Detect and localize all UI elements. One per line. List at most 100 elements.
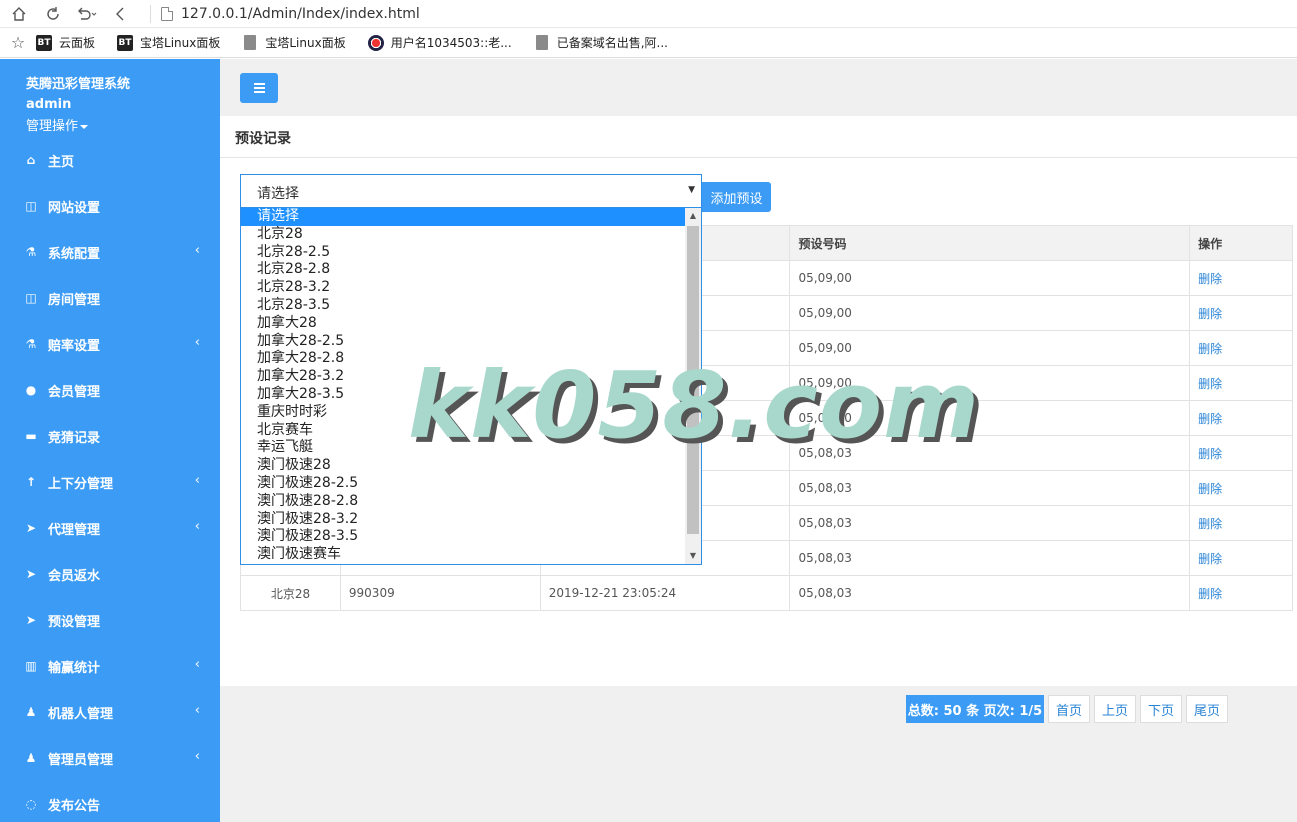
dropdown-option[interactable]: 北京28-3.2 [241,279,685,297]
sidebar-item-label: 赔率设置 [48,338,101,354]
sidebar-item[interactable]: ↑ 上下分管理 ‹ [0,459,220,505]
bookmark-item[interactable]: BT 宝塔Linux面板 [117,34,220,51]
chevron-left-icon: ‹ [194,473,200,488]
dropdown-option[interactable]: 北京28-2.5 [241,244,685,262]
chevron-left-icon: ‹ [194,519,200,534]
sidebar-item[interactable]: ♟ 机器人管理 ‹ [0,689,220,735]
star-icon[interactable]: ☆ [0,33,36,52]
bookmark-item[interactable]: BT 云面板 [36,34,95,51]
last-page-button[interactable]: 尾页 [1186,695,1228,723]
dropdown-option[interactable]: 加拿大28 [241,315,685,333]
sidebar-item[interactable]: ♟ 管理员管理 ‹ [0,735,220,781]
home-icon[interactable] [2,0,36,28]
dropdown-option[interactable]: 请选择 [241,208,685,226]
next-page-button[interactable]: 下页 [1140,695,1182,723]
sidebar-item-label: 房间管理 [48,292,101,308]
sidebar-item[interactable]: ● 会员管理 [0,367,220,413]
sidebar-item[interactable]: ⚗ 赔率设置 ‹ [0,321,220,367]
address-bar[interactable]: 127.0.0.1/Admin/Index/index.html [181,6,420,22]
bookmark-item[interactable]: 用户名1034503::老... [367,34,512,51]
table-cell: 2019-12-21 23:05:24 [539,575,791,611]
dropdown-option[interactable]: 澳门极速赛车 [241,546,685,564]
chevron-left-icon: ‹ [194,749,200,764]
dropdown-option[interactable]: 澳门极速28 [241,457,685,475]
sidebar-item[interactable]: ⚗ 系统配置 ‹ [0,229,220,275]
table-cell: 05,08,03 [789,540,1191,576]
menu-toggle-button[interactable] [240,73,278,103]
dropdown-option[interactable]: 澳门极速28-3.2 [241,511,685,529]
divider [220,157,1297,158]
sidebar-item-label: 预设管理 [48,614,101,630]
delete-link[interactable]: 删除 [1189,435,1293,471]
delete-link[interactable]: 删除 [1189,330,1293,366]
add-preset-button[interactable]: 添加预设 [702,182,771,212]
bookmark-item[interactable]: 宝塔Linux面板 [242,34,346,51]
delete-link[interactable]: 删除 [1189,470,1293,506]
sidebar-item[interactable]: ➤ 代理管理 ‹ [0,505,220,551]
dropdown-option[interactable]: 北京28-3.5 [241,297,685,315]
brand-title: 英腾迅彩管理系统 [26,77,131,92]
sidebar-item[interactable]: ▬ 竞猜记录 [0,413,220,459]
watermark: kk058.com [408,352,980,459]
sidebar-item-label: 上下分管理 [48,476,114,492]
chevron-left-icon: ‹ [194,703,200,718]
game-select[interactable]: 请选择 ▼ [240,174,702,208]
dropdown-option[interactable]: 北京28-2.8 [241,261,685,279]
chevron-left-icon: ‹ [194,335,200,350]
weibo-icon [367,34,384,51]
sidebar-item[interactable]: ◌ 发布公告 [0,781,220,822]
sidebar-item-label: 代理管理 [48,522,101,538]
dropdown-option[interactable]: 澳门极速28-3.5 [241,528,685,546]
sidebar-item-label: 会员返水 [48,568,101,584]
scroll-down-icon[interactable]: ▼ [685,548,701,564]
scroll-up-icon[interactable]: ▲ [685,208,701,224]
refresh-icon[interactable] [36,0,70,28]
sidebar-item[interactable]: ➤ 会员返水 [0,551,220,597]
dropdown-option[interactable]: 澳门极速28-2.5 [241,475,685,493]
sidebar-item-label: 管理员管理 [48,752,114,768]
page-icon [161,6,173,21]
table-cell: 北京28 [240,575,341,611]
select-caret-icon: ▼ [688,185,695,195]
sidebar-item-label: 主页 [48,154,75,170]
send-icon: ➤ [25,567,37,581]
delete-link[interactable]: 删除 [1189,540,1293,576]
delete-link[interactable]: 删除 [1189,505,1293,541]
comment-icon: ◌ [25,797,37,811]
table-cell: 05,08,03 [789,470,1191,506]
dropdown-option[interactable]: 加拿大28-2.5 [241,333,685,351]
sidebar-item[interactable]: ▥ 输赢统计 ‹ [0,643,220,689]
sidebar-item[interactable]: ➤ 预设管理 [0,597,220,643]
delete-link[interactable]: 删除 [1189,365,1293,401]
sidebar-item-label: 机器人管理 [48,706,114,722]
admin-ops-dropdown[interactable]: 管理操作 [26,115,89,134]
delete-link[interactable]: 删除 [1189,260,1293,296]
user-name: admin [26,97,72,112]
first-page-button[interactable]: 首页 [1048,695,1090,723]
user-icon: ● [25,383,37,397]
table-row: 北京28 990309 2019-12-21 23:05:24 05,08,03 删除 [240,575,1293,611]
sidebar-item[interactable]: ⌂ 主页 [0,137,220,183]
header-preset-number: 预设号码 [789,225,1191,261]
delete-link[interactable]: 删除 [1189,400,1293,436]
top-bar [220,59,1297,109]
sidebar-item[interactable]: ◫ 房间管理 [0,275,220,321]
table-cell: 05,08,03 [789,575,1191,611]
male-icon: ♟ [25,751,37,765]
dropdown-option[interactable]: 澳门极速28-2.8 [241,493,685,511]
delete-link[interactable]: 删除 [1189,575,1293,611]
send-icon: ➤ [25,613,37,627]
caret-down-icon [80,124,89,129]
male-icon: ♟ [25,705,37,719]
sidebar-item-label: 会员管理 [48,384,101,400]
chevron-left-icon: ‹ [194,243,200,258]
dropdown-option[interactable]: 北京28 [241,226,685,244]
delete-link[interactable]: 删除 [1189,295,1293,331]
bt-icon: BT [117,34,134,51]
undo-icon[interactable] [70,0,104,28]
back-icon[interactable] [104,0,138,28]
sidebar-item[interactable]: ◫ 网站设置 [0,183,220,229]
table-cell: 05,08,03 [789,505,1191,541]
prev-page-button[interactable]: 上页 [1094,695,1136,723]
bookmark-item[interactable]: 已备案域名出售,阿... [534,34,668,51]
